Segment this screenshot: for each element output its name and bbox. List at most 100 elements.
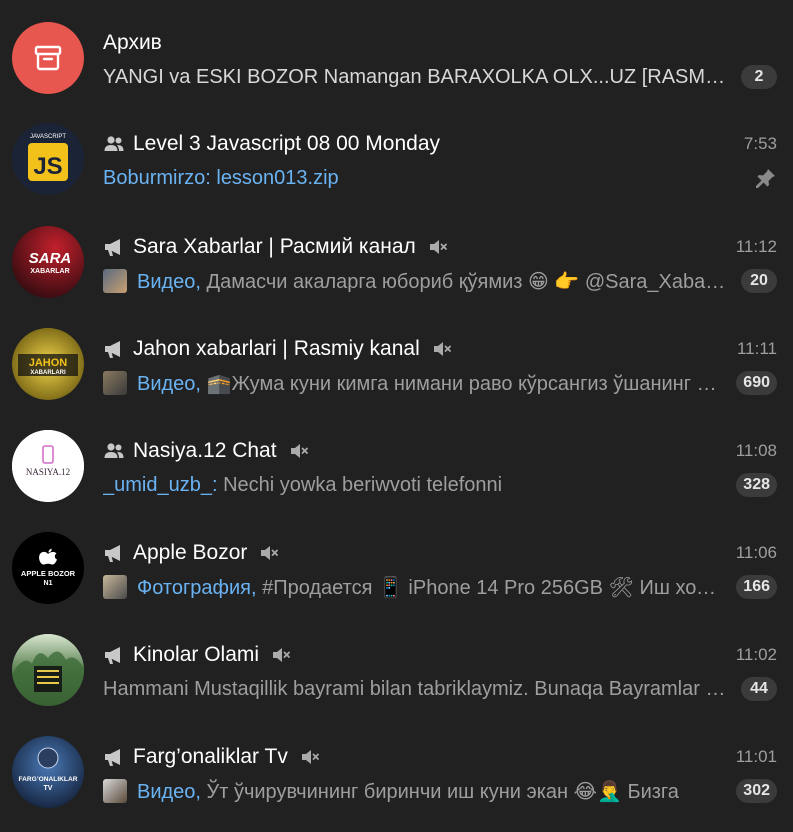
preview-line: Видео, 🕋Жума куни кимга нимани раво кўрс… [103,368,777,398]
group-icon [104,443,124,458]
javascript-logo: JAVASCRIPT JS [12,123,84,195]
media-label: Видео, [137,780,201,803]
chat-row[interactable]: SARA XABARLAR Sara Xabarlar | Расмий кан… [0,226,793,328]
chat-name: Nasiya.12 Chat [133,439,277,462]
megaphone-icon [105,545,120,562]
avatar: FARG’ONALIKLAR TV [12,736,84,808]
megaphone-icon [105,749,120,766]
archive-preview-line: YANGI va ESKI BOZOR Namangan BARAXOLKA O… [103,62,777,92]
chat-time: 11:12 [735,237,777,256]
archive-icon [34,45,62,71]
avatar: JAVASCRIPT JS [12,123,84,195]
chat-row[interactable]: JAHON XABARLARI Jahon xabarlari | Rasmiy… [0,328,793,430]
unread-badge: 44 [741,677,777,701]
avatar-caption: TV [44,785,53,792]
group-icon [104,136,124,151]
unread-badge: 328 [736,473,777,497]
last-message: Видео, Дамасчи акаларга юбориб қўямиз 😁 … [137,269,741,294]
media-thumbnail [103,371,127,395]
jahon-logo: JAHON XABARLARI [12,328,84,400]
avatar [12,634,84,706]
preview-line: Фотография, #Продается 📱 iPhone 14 Pro 2… [103,572,777,602]
avatar-text: SARA [29,250,72,267]
unread-badge: 166 [736,575,777,599]
chat-name: Sara Xabarlar | Расмий канал [133,235,416,258]
muted-icon [301,750,319,764]
chat-time: 7:53 [743,134,777,153]
media-label: Видео, [137,270,201,293]
media-label: Фотография, [137,576,257,599]
title-line: Farg’onaliklar Tv [103,742,777,772]
unread-badge: 690 [736,371,777,395]
unread-badge: 2 [741,65,777,89]
kinolar-olami-photo [12,634,84,706]
avatar-text: NASIYA.12 [26,467,70,477]
muted-icon [261,546,279,560]
archive-title: Архив [103,31,162,54]
avatar-text: JS [33,153,62,180]
sara-logo: SARA XABARLAR [12,226,84,298]
muted-icon [433,342,451,356]
last-message: Hammani Mustaqillik bayrami bilan tabrik… [103,677,741,700]
message-text: 🕋Жума куни кимга нимани раво кўрсангиз ў… [200,372,727,395]
avatar: JAHON XABARLARI [12,328,84,400]
preview-line: Hammani Mustaqillik bayrami bilan tabrik… [103,674,777,704]
avatar-caption: XABARLARI [30,370,66,376]
message-text: Ўт ўчирувчининг биринчи иш куни экан 😂🤦‍… [200,780,679,803]
preview-line: Видео, Ўт ўчирувчининг биринчи иш куни э… [103,776,777,806]
muted-icon [429,240,447,254]
message-text: #Продается 📱 iPhone 14 Pro 256GB 🛠 Иш хо… [256,576,737,599]
preview-line: _umid_uzb_: Nechi yowka beriwvoti telefo… [103,470,777,500]
avatar-text: APPLE BOZOR [21,569,76,578]
nasiya-logo: NASIYA.12 [12,430,84,502]
last-message: Видео, 🕋Жума куни кимга нимани раво кўрс… [137,371,736,396]
chat-row[interactable]: FARG’ONALIKLAR TV Farg’onaliklar Tv 11:0… [0,736,793,832]
pin-icon [756,169,775,188]
archive-row[interactable]: Архив YANGI va ESKI BOZOR Namangan BARAX… [0,22,793,124]
preview-line: Boburmirzo: lesson013.zip [103,163,777,193]
archive-avatar [12,22,84,94]
chat-name: Farg’onaliklar Tv [133,745,288,768]
chat-time: 11:06 [735,543,777,562]
avatar-caption: JAVASCRIPT [30,134,66,140]
title-line: Kinolar Olami [103,640,777,670]
message-text: Nechi yowka beriwvoti telefonni [217,473,503,496]
avatar: NASIYA.12 [12,430,84,502]
muted-icon [273,648,290,662]
chat-row[interactable]: Kinolar Olami 11:02 Hammani Mustaqillik … [0,634,793,736]
chat-list: Архив YANGI va ESKI BOZOR Namangan BARAX… [0,0,793,832]
avatar: APPLE BOZOR N1 [12,532,84,604]
media-thumbnail [103,779,127,803]
chat-name: Kinolar Olami [133,643,260,666]
title-line: Nasiya.12 Chat [103,436,777,466]
sender-name: _umid_uzb_: [103,473,218,496]
chat-row[interactable]: APPLE BOZOR N1 Apple Bozor 11:06 Фотогра… [0,532,793,634]
last-message: Фотография, #Продается 📱 iPhone 14 Pro 2… [137,575,736,600]
archive-title-line: Архив [103,28,777,58]
avatar-text: FARG’ONALIKLAR [19,776,78,783]
media-thumbnail [103,269,127,293]
last-message: _umid_uzb_: Nechi yowka beriwvoti telefo… [103,474,736,497]
archive-preview: YANGI va ESKI BOZOR Namangan BARAXOLKA O… [103,65,741,88]
apple-bozor-logo: APPLE BOZOR N1 [12,532,84,604]
muted-icon [290,444,308,458]
unread-badge: 302 [736,779,777,803]
fargonaliklar-logo: FARG’ONALIKLAR TV [12,736,84,808]
chat-row[interactable]: NASIYA.12 Nasiya.12 Chat 11:08 _umid_uzb… [0,430,793,532]
title-line: Sara Xabarlar | Расмий канал [103,232,777,262]
media-thumbnail [103,575,127,599]
preview-line: Видео, Дамасчи акаларга юбориб қўямиз 😁 … [103,266,777,296]
last-message: Boburmirzo: lesson013.zip [103,166,339,189]
megaphone-icon [105,647,120,664]
megaphone-icon [105,239,120,256]
last-message: Видео, Ўт ўчирувчининг биринчи иш куни э… [137,779,736,804]
chat-row[interactable]: JAVASCRIPT JS Level 3 Javascript 08 00 M… [0,123,793,225]
media-label: Видео, [137,372,201,395]
chat-time: 11:01 [735,747,777,766]
chat-time: 11:02 [735,645,777,664]
message-text: Дамасчи акаларга юбориб қўямиз 😁 👉 @Sara… [200,270,735,293]
avatar: SARA XABARLAR [12,226,84,298]
chat-time: 11:08 [735,441,777,460]
unread-badge: 20 [741,269,777,293]
chat-name: Apple Bozor [133,541,248,564]
